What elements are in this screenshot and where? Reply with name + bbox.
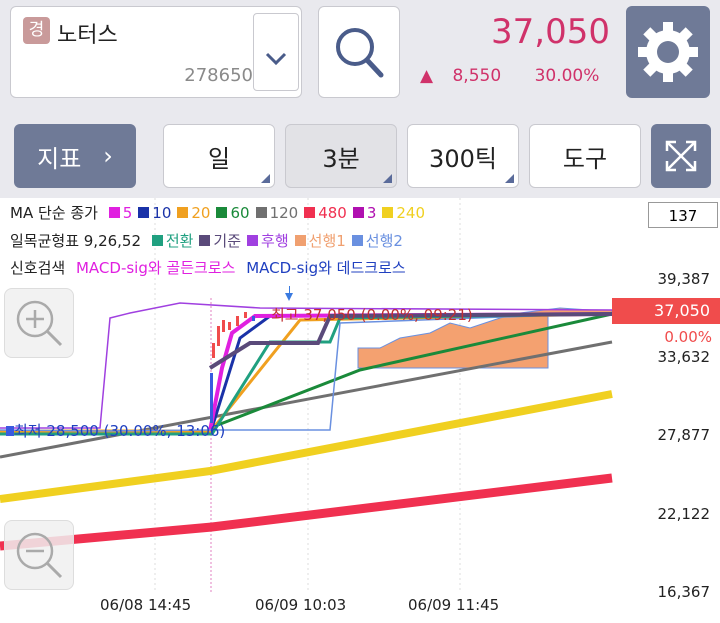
current-price-tag: 37,050 bbox=[612, 298, 720, 324]
current-price: 37,050 bbox=[491, 12, 610, 52]
x-tick: 06/09 11:45 bbox=[408, 596, 500, 614]
ma-60-line bbox=[209, 312, 613, 430]
settings-button[interactable] bbox=[626, 6, 710, 98]
zoom-out-icon bbox=[16, 532, 63, 579]
chevron-right-icon: › bbox=[103, 142, 113, 170]
period-day-button[interactable]: 일 bbox=[163, 124, 275, 188]
period-3min-button[interactable]: 3분 bbox=[285, 124, 397, 188]
stock-dropdown-button[interactable] bbox=[253, 13, 299, 91]
legend-item: 5 bbox=[108, 204, 132, 222]
low-annotation: 최저 28,500 (30.00%, 13:06) bbox=[14, 422, 225, 440]
ma-legend: MA 단순 종가 5 10 20 60 120 480 3 240 bbox=[10, 204, 426, 222]
legend-item: 480 bbox=[304, 204, 347, 222]
high-annotation: 최고 37,050 (0.00%, 09:21) bbox=[271, 306, 473, 324]
zoom-in-button[interactable] bbox=[4, 288, 74, 358]
legend-item: 기준 bbox=[199, 232, 241, 250]
period-tick-button[interactable]: 300틱 bbox=[407, 124, 519, 188]
legend-item: 20 bbox=[177, 204, 210, 222]
y-tick: 33,632 bbox=[657, 348, 711, 366]
market-badge: 경 bbox=[23, 17, 50, 44]
y-tick: 16,367 bbox=[657, 583, 711, 601]
legend-item: 120 bbox=[255, 204, 298, 222]
x-tick: 06/08 14:45 bbox=[100, 596, 192, 614]
legend-item: 60 bbox=[216, 204, 250, 222]
legend-item: 후행 bbox=[247, 232, 289, 250]
expand-icon bbox=[665, 140, 697, 172]
ma-240-line bbox=[0, 390, 613, 503]
candle-count: 137 bbox=[648, 202, 718, 228]
x-tick: 06/09 10:03 bbox=[255, 596, 347, 614]
signal-arrow-icon bbox=[285, 293, 293, 301]
legend-item: 선행2 bbox=[351, 232, 403, 250]
chevron-down-icon bbox=[265, 52, 287, 66]
ma-5-line bbox=[208, 312, 613, 432]
stock-name: 노터스 bbox=[57, 23, 118, 48]
signal-legend: 신호검색 MACD-sig와 골든크로스 MACD-sig와 데드크로스 bbox=[10, 259, 406, 277]
up-arrow-icon: ▲ bbox=[420, 66, 434, 86]
price-change-pct: 30.00% bbox=[534, 66, 600, 86]
search-icon bbox=[336, 28, 384, 78]
search-button[interactable] bbox=[318, 6, 400, 98]
fullscreen-button[interactable] bbox=[651, 124, 711, 188]
legend-item: 240 bbox=[382, 204, 425, 222]
y-tick: 22,122 bbox=[657, 505, 711, 523]
ichimoku-legend: 일목균형표 9,26,52 전환 기준 후행 선행1 선행2 bbox=[10, 232, 403, 250]
legend-item: 전환 bbox=[151, 232, 193, 250]
legend-item: 선행1 bbox=[294, 232, 346, 250]
stock-selector[interactable]: 경 노터스 278650 bbox=[10, 6, 302, 98]
ma-10-line bbox=[209, 312, 613, 432]
zoom-out-button[interactable] bbox=[4, 520, 74, 590]
price-change: ▲ 8,550 30.00% bbox=[420, 66, 600, 86]
zoom-in-icon bbox=[16, 300, 63, 347]
tools-button[interactable]: 도구 bbox=[529, 124, 641, 188]
y-tick: 39,387 bbox=[657, 270, 711, 288]
gear-icon bbox=[638, 22, 698, 82]
current-pct-tag: 0.00% bbox=[664, 328, 712, 346]
indicator-button[interactable]: 지표 › bbox=[14, 124, 136, 188]
legend-item: 3 bbox=[352, 204, 376, 222]
legend-item: 10 bbox=[138, 204, 171, 222]
stock-code: 278650 bbox=[184, 65, 253, 86]
y-tick: 27,877 bbox=[657, 426, 711, 444]
